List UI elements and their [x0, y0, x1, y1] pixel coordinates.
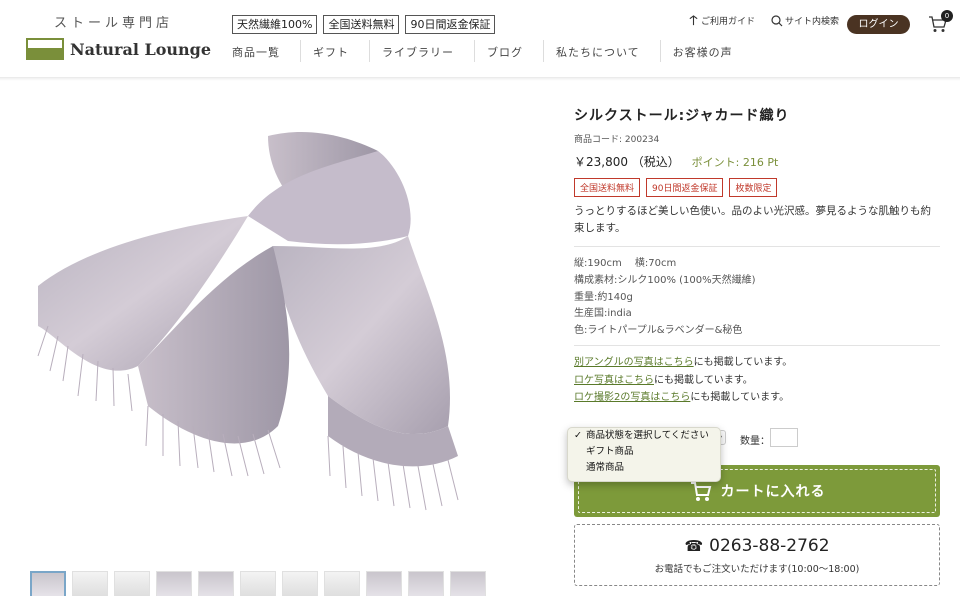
product-tag: 90日間返金保証: [646, 178, 724, 197]
photo-link-line: ロケ写真はこちらにも掲載しています。: [574, 372, 792, 390]
thumbnail[interactable]: [72, 571, 108, 596]
header-badge: 天然繊維100%: [232, 15, 318, 34]
spec-line: 色:ライトパープル&ラベンダー&秘色: [574, 325, 743, 337]
condition-select-dropdown[interactable]: 商品状態を選択してください ギフト商品 通常商品: [567, 427, 721, 482]
phone-note: お電話でもご注文いただけます(10:00〜18:00): [654, 564, 860, 575]
search-icon: [771, 14, 783, 26]
photo-link-rest: にも掲載しています。: [654, 374, 753, 386]
divider: [574, 246, 940, 247]
product-title: シルクストール:ジャカード織り: [574, 108, 790, 124]
phone-order-box: ☎ 0263-88-2762 お電話でもご注文いただけます(10:00〜18:00…: [574, 524, 940, 586]
thumbnail[interactable]: [156, 571, 192, 596]
nav-item-reviews[interactable]: お客様の声: [661, 40, 753, 62]
site-search-link[interactable]: サイト内検索: [771, 14, 839, 27]
cart-count-badge: 0: [941, 10, 953, 22]
cart-icon: [690, 482, 711, 501]
login-button[interactable]: ログイン: [847, 15, 910, 34]
product-description: うっとりするほど美しい色使い。品のよい光沢感。夢見るような肌触りも約束します。: [574, 205, 931, 234]
photo-links: 別アングルの写真はこちらにも掲載しています。 ロケ写真はこちらにも掲載しています…: [574, 354, 792, 407]
product-points: ポイント: 216 Pt: [691, 156, 779, 169]
header-badges: 天然繊維100% 全国送料無料 90日間返金保証: [232, 15, 496, 34]
thumbnail[interactable]: [324, 571, 360, 596]
nav-item-about[interactable]: 私たちについて: [544, 40, 661, 62]
spec-line: 縦:190cm 横:70cm: [574, 258, 677, 269]
site-header: ストール専門店 Natural Lounge 天然繊維100% 全国送料無料 9…: [0, 0, 960, 81]
location-photo-link[interactable]: ロケ写真はこちら: [574, 375, 654, 386]
thumbnail[interactable]: [366, 571, 402, 596]
product-code: 商品コード: 200234: [574, 135, 660, 145]
product-tag: 全国送料無料: [574, 178, 641, 197]
thumbnail[interactable]: [198, 571, 234, 596]
product-image[interactable]: [28, 96, 488, 564]
select-option[interactable]: 通常商品: [568, 460, 720, 476]
photo-link-rest: にも掲載しています。: [690, 392, 790, 404]
select-option[interactable]: ギフト商品: [568, 444, 720, 460]
thumbnail[interactable]: [240, 571, 276, 596]
tagline: ストール専門店: [54, 16, 174, 31]
product-tag: 枚数限定: [729, 178, 778, 197]
thumbnail-strip: [30, 571, 486, 596]
thumbnail[interactable]: [282, 571, 318, 596]
thumbnail[interactable]: [30, 571, 66, 596]
nav-item-gift[interactable]: ギフト: [301, 40, 370, 62]
thumbnail[interactable]: [114, 571, 150, 596]
product-price: ￥23,800 （税込）: [574, 155, 680, 169]
photo-link-rest: にも掲載しています。: [693, 357, 793, 368]
nav-item-blog[interactable]: ブログ: [475, 40, 544, 62]
spec-line: 生産国:india: [574, 308, 632, 320]
quantity-label: 数量：: [740, 436, 770, 447]
location-photo2-link[interactable]: ロケ撮影2の写真はこちら: [574, 392, 690, 403]
phone-number[interactable]: ☎ 0263-88-2762: [575, 536, 939, 556]
logo-text: Natural Lounge: [70, 39, 212, 59]
alt-angle-link[interactable]: 別アングルの写真はこちら: [574, 357, 694, 368]
divider: [574, 345, 940, 346]
photo-link-line: 別アングルの写真はこちらにも掲載しています。: [574, 354, 792, 372]
logo-mark-icon: [26, 38, 64, 60]
nav-item-library[interactable]: ライブラリー: [370, 40, 475, 62]
guide-label: ご利用ガイド: [701, 17, 756, 27]
header-badge: 全国送料無料: [323, 15, 400, 34]
photo-link-line: ロケ撮影2の写真はこちらにも掲載しています。: [574, 389, 792, 407]
site-logo[interactable]: Natural Lounge: [26, 38, 211, 60]
spec-line: 構成素材:シルク100% (100%天然繊維): [574, 274, 756, 286]
phone-icon: ☎: [684, 537, 704, 555]
pin-icon: [689, 15, 698, 26]
thumbnail[interactable]: [450, 571, 486, 596]
spec-line: 重量:約140g: [574, 291, 633, 303]
product-specs: 縦:190cm 横:70cm 構成素材:シルク100% (100%天然繊維) 重…: [574, 256, 756, 340]
thumbnail[interactable]: [408, 571, 444, 596]
nav-item-products[interactable]: 商品一覧: [220, 40, 301, 62]
header-badge: 90日間返金保証: [405, 15, 496, 34]
phone-number-text: 0263-88-2762: [709, 536, 830, 556]
quantity-input[interactable]: [770, 428, 798, 447]
add-to-cart-label: カートに入れる: [720, 484, 826, 500]
price-row: ￥23,800 （税込） ポイント: 216 Pt: [574, 153, 778, 170]
guide-link[interactable]: ご利用ガイド: [688, 14, 755, 27]
product-tags: 全国送料無料 90日間返金保証 枚数限定: [574, 178, 778, 197]
search-label: サイト内検索: [785, 17, 840, 27]
select-option[interactable]: 商品状態を選択してください: [568, 428, 720, 444]
main-nav: 商品一覧 ギフト ライブラリー ブログ 私たちについて お客様の声: [220, 40, 753, 70]
